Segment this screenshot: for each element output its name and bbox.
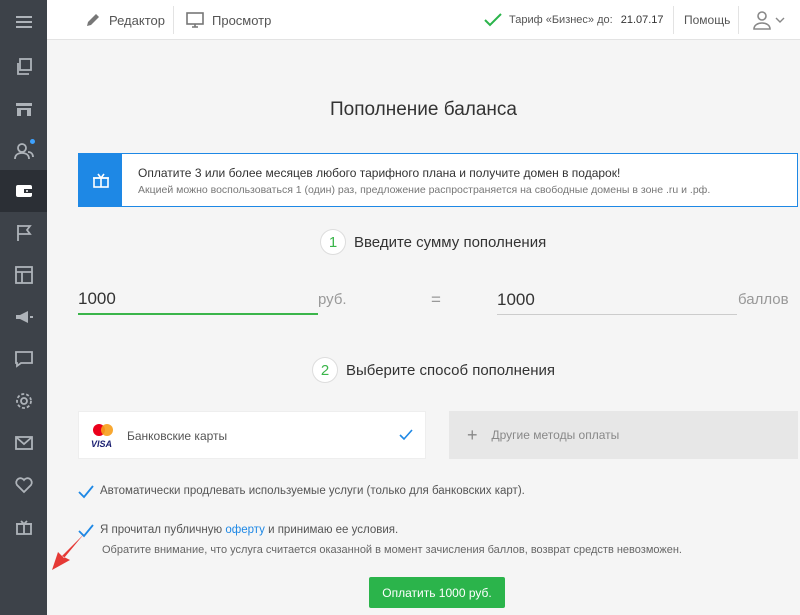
gift-icon <box>92 173 109 188</box>
step-label: Введите сумму пополнения <box>354 233 547 251</box>
divider <box>738 6 739 34</box>
users-icon <box>13 143 34 160</box>
store-icon <box>15 103 32 116</box>
top-bar: Редактор Просмотр Тариф «Бизнес» до: 21.… <box>47 0 800 40</box>
step-label: Выберите способ пополнения <box>346 361 555 379</box>
promo-icon-box <box>79 154 122 206</box>
offer-text-after: и принимаю ее условия. <box>264 524 399 536</box>
pencil-icon <box>87 14 99 26</box>
points-unit: баллов <box>738 291 789 308</box>
sidebar <box>0 0 47 615</box>
sidebar-item-gift[interactable] <box>0 506 47 548</box>
preview-label: Просмотр <box>212 12 272 28</box>
help-link[interactable]: Помощь <box>684 0 730 40</box>
equals-sign: = <box>431 290 441 309</box>
payment-method-label: Банковские карты <box>127 429 228 443</box>
user-menu[interactable] <box>752 0 785 40</box>
sidebar-item-users[interactable] <box>0 130 47 172</box>
promo-description: Акцией можно воспользоваться 1 (один) ра… <box>138 184 711 196</box>
amount-input[interactable] <box>78 285 318 315</box>
sidebar-item-chat[interactable] <box>0 338 47 380</box>
mail-icon <box>14 436 33 450</box>
check-icon <box>78 485 94 499</box>
step-1-header: 1 Введите сумму пополнения <box>320 229 546 255</box>
chat-icon <box>14 351 33 368</box>
heart-icon <box>14 477 33 494</box>
auto-renew-label: Автоматически продлевать используемые ус… <box>100 485 525 497</box>
red-arrow-annotation <box>52 534 84 570</box>
sidebar-item-promo[interactable] <box>0 296 47 338</box>
points-input[interactable] <box>497 285 737 315</box>
pay-button[interactable]: Оплатить 1000 руб. <box>369 577 505 608</box>
offer-agreement-label: Я прочитал публичную оферту и принимаю е… <box>100 524 398 536</box>
editor-button[interactable]: Редактор <box>85 0 165 40</box>
sidebar-item-sites[interactable] <box>0 46 47 88</box>
preview-button[interactable]: Просмотр <box>186 0 271 40</box>
monitor-icon <box>186 12 204 28</box>
menu-icon <box>15 16 32 28</box>
notification-dot <box>30 139 35 144</box>
wallet-icon <box>15 185 32 197</box>
sidebar-item-wallet[interactable] <box>0 170 47 212</box>
step-number: 1 <box>320 229 346 255</box>
megaphone-icon <box>15 311 33 323</box>
chevron-down-icon <box>775 17 785 23</box>
layout-icon <box>14 266 33 284</box>
step-number: 2 <box>312 357 338 383</box>
settings-icon <box>15 393 32 409</box>
tariff-label: Тариф «Бизнес» до: <box>509 14 613 26</box>
promo-title: Оплатите 3 или более месяцев любого тари… <box>138 166 621 180</box>
offer-link[interactable]: оферту <box>225 524 265 536</box>
sidebar-item-mail[interactable] <box>0 422 47 464</box>
payment-method-bank-card[interactable]: VISA Банковские карты <box>78 411 426 459</box>
sidebar-item-store[interactable] <box>0 88 47 130</box>
sidebar-item-favorites[interactable] <box>0 464 47 506</box>
auto-renew-option: Автоматически продлевать используемые ус… <box>78 485 525 502</box>
promo-banner: Оплатите 3 или более месяцев любого тари… <box>78 153 798 207</box>
payment-method-label: Другие методы оплаты <box>491 428 620 442</box>
auto-renew-checkbox[interactable] <box>78 485 96 502</box>
svg-text:VISA: VISA <box>91 439 112 449</box>
page-title: Пополнение баланса <box>330 99 517 120</box>
sidebar-item-settings[interactable] <box>0 380 47 422</box>
offer-text-before: Я прочитал публичную <box>100 524 226 536</box>
sidebar-item-flag[interactable] <box>0 212 47 254</box>
amount-unit: руб. <box>318 291 347 308</box>
mastercard-visa-logo: VISA <box>89 422 117 455</box>
divider <box>173 6 174 34</box>
gift-icon <box>15 520 32 535</box>
payment-method-other[interactable]: + Другие методы оплаты <box>449 411 798 459</box>
divider <box>673 6 674 34</box>
tariff-status: Тариф «Бизнес» до: 21.07.17 <box>484 0 664 40</box>
plus-icon: + <box>467 424 478 445</box>
editor-label: Редактор <box>109 12 165 28</box>
check-icon <box>484 13 502 27</box>
offer-agreement-option: Я прочитал публичную оферту и принимаю е… <box>78 524 398 541</box>
sidebar-item-layout[interactable] <box>0 254 47 296</box>
user-icon <box>753 11 771 30</box>
tariff-date: 21.07.17 <box>620 14 664 26</box>
refund-notice: Обратите внимание, что услуга считается … <box>102 544 682 556</box>
sidebar-menu-button[interactable] <box>0 1 47 43</box>
copy-icon <box>16 58 32 75</box>
selected-check-icon <box>399 429 413 441</box>
flag-icon <box>16 225 32 241</box>
step-2-header: 2 Выберите способ пополнения <box>312 357 555 383</box>
